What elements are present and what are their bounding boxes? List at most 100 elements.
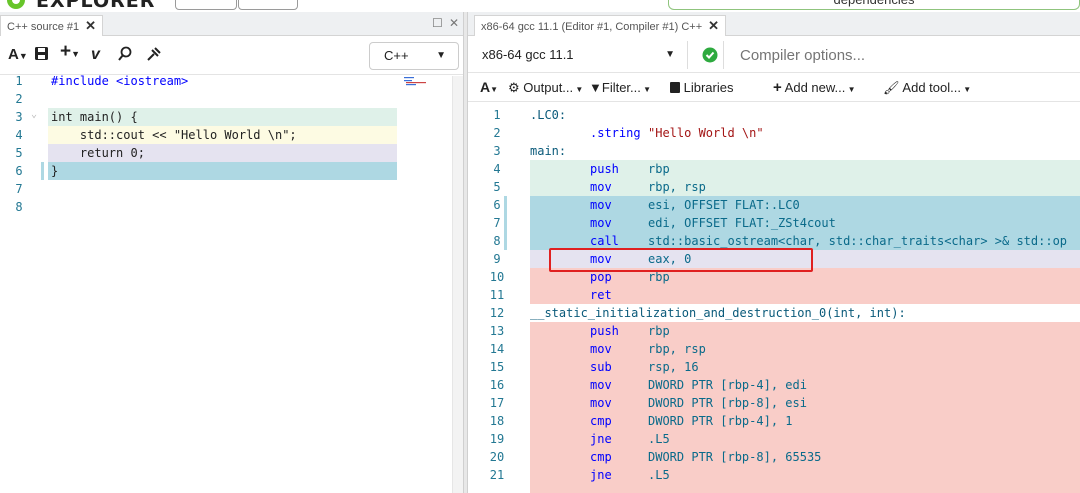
asm-operands: edi, OFFSET FLAT:_ZSt4cout xyxy=(648,216,836,230)
line-highlight xyxy=(48,162,397,180)
asm-opcode: mov xyxy=(590,216,612,230)
line-number: 11 xyxy=(489,288,505,302)
compiler-toolbar: A▼ ⚙ Output... ▼ ▼Filter... ▼ Libraries … xyxy=(468,74,1080,102)
asm-opcode: mov xyxy=(590,378,612,392)
font-size-button[interactable]: A▼ xyxy=(480,79,498,98)
tab-source-label: C++ source #1 xyxy=(7,21,80,33)
line-number: 6 xyxy=(15,164,23,178)
asm-operands: DWORD PTR [rbp-8], esi xyxy=(648,396,807,410)
gear-icon: ⚙ xyxy=(508,80,520,95)
asm-label: __static_initialization_and_destruction_… xyxy=(530,306,906,320)
code-line: } xyxy=(51,164,59,178)
line-number: 8 xyxy=(493,234,501,248)
line-highlight xyxy=(530,268,1080,304)
line-number: 3 xyxy=(15,110,23,124)
scrollbar[interactable] xyxy=(452,76,463,493)
code-line: std::cout << "Hello World \n"; xyxy=(51,128,297,142)
tab-source[interactable]: C++ source #1 ✕ xyxy=(0,15,104,36)
close-icon[interactable]: ✕ xyxy=(708,18,719,33)
compiler-options-input[interactable] xyxy=(730,41,1080,69)
filter-icon: ▼ xyxy=(589,80,602,95)
line-number: 5 xyxy=(493,180,501,194)
asm-opcode: push xyxy=(590,162,619,176)
minimap[interactable] xyxy=(404,77,428,87)
asm-operands: DWORD PTR [rbp-8], 65535 xyxy=(648,450,822,464)
asm-opcode: mov xyxy=(590,198,612,212)
cppinsights-icon[interactable] xyxy=(117,46,133,67)
wrench-icon: 🖌 xyxy=(883,80,900,95)
line-number: 16 xyxy=(489,378,505,392)
asm-opcode: ret xyxy=(590,288,612,302)
asm-operands: .L5 xyxy=(648,432,670,446)
asm-opcode: cmp xyxy=(590,414,612,428)
close-icon[interactable]: ✕ xyxy=(85,18,96,33)
asm-opcode: jne xyxy=(590,468,612,482)
line-number: 18 xyxy=(489,414,505,428)
line-number: 2 xyxy=(493,126,501,140)
maximize-icon[interactable]: ☐ xyxy=(432,16,443,30)
add-pane-button[interactable]: +▼ xyxy=(60,42,80,63)
line-number: 8 xyxy=(15,200,23,214)
line-number: 21 xyxy=(489,468,505,482)
annotation-highlight-box xyxy=(549,248,813,272)
libraries-button[interactable]: Libraries xyxy=(670,80,733,96)
line-number: 4 xyxy=(493,162,501,176)
vim-icon[interactable]: v xyxy=(91,46,100,64)
book-icon xyxy=(670,82,680,93)
line-number: 12 xyxy=(489,306,505,320)
fold-chevron-icon[interactable]: ⌄ xyxy=(31,109,37,120)
header-button[interactable] xyxy=(175,0,237,10)
logo-text: EXPLORER xyxy=(36,0,156,12)
source-tabbar: C++ source #1 ✕ ☐ ✕ xyxy=(0,12,463,36)
code-line: int main() { xyxy=(51,110,138,124)
line-number: 2 xyxy=(15,92,23,106)
dependencies-button[interactable]: dependencies xyxy=(668,0,1080,10)
line-number: 14 xyxy=(489,342,505,356)
line-number: 1 xyxy=(493,108,501,122)
plus-icon: + xyxy=(773,79,782,96)
chevron-down-icon: ▼ xyxy=(665,49,675,60)
asm-operands: DWORD PTR [rbp-4], edi xyxy=(648,378,807,392)
asm-operands: DWORD PTR [rbp-4], 1 xyxy=(648,414,793,428)
logo-gear-icon xyxy=(7,0,25,9)
add-tool-dropdown[interactable]: 🖌 Add tool... ▼ xyxy=(883,80,971,98)
filter-dropdown[interactable]: ▼Filter... ▼ xyxy=(589,80,651,98)
tab-compiler[interactable]: x86-64 gcc 11.1 (Editor #1, Compiler #1)… xyxy=(474,15,727,36)
source-toolbar: A▼ +▼ v C++ ▼ xyxy=(0,37,463,75)
asm-operands: "Hello World \n" xyxy=(648,126,764,140)
asm-operands: rbp, rsp xyxy=(648,180,706,194)
language-select[interactable]: C++ ▼ xyxy=(369,42,459,70)
line-number: 15 xyxy=(489,360,505,374)
code-line: return 0; xyxy=(51,146,145,160)
gutter-marker xyxy=(41,162,44,180)
compiler-select[interactable]: x86-64 gcc 11.1 ▼ xyxy=(476,41,688,69)
asm-opcode: .string xyxy=(590,126,641,140)
line-number: 10 xyxy=(489,270,505,284)
line-number: 19 xyxy=(489,432,505,446)
save-icon[interactable] xyxy=(34,46,49,66)
add-new-dropdown[interactable]: + Add new... ▼ xyxy=(773,80,856,98)
compile-status-button[interactable] xyxy=(696,41,724,69)
font-size-button[interactable]: A▼ xyxy=(8,46,28,65)
output-dropdown[interactable]: ⚙ Output... ▼ xyxy=(508,80,583,98)
compiler-tabbar: x86-64 gcc 11.1 (Editor #1, Compiler #1)… xyxy=(468,12,1080,36)
header-button[interactable] xyxy=(238,0,298,10)
app-header: EXPLORER dependencies xyxy=(0,0,1080,12)
asm-opcode: mov xyxy=(590,342,612,356)
asm-opcode: jne xyxy=(590,432,612,446)
line-number: 1 xyxy=(15,74,23,88)
asm-label: main: xyxy=(530,144,567,158)
asm-operands: esi, OFFSET FLAT:.LC0 xyxy=(648,198,800,212)
close-pane-icon[interactable]: ✕ xyxy=(449,16,459,30)
quickbench-icon[interactable] xyxy=(146,46,162,67)
line-number: 17 xyxy=(489,396,505,410)
code-line: #include <iostream> xyxy=(51,74,189,88)
asm-opcode: push xyxy=(590,324,619,338)
line-number: 5 xyxy=(15,146,23,160)
line-number: 3 xyxy=(493,144,501,158)
asm-opcode: mov xyxy=(590,396,612,410)
line-number: 7 xyxy=(15,182,23,196)
asm-opcode: mov xyxy=(590,180,612,194)
chevron-down-icon: ▼ xyxy=(436,50,446,61)
line-number: 6 xyxy=(493,198,501,212)
